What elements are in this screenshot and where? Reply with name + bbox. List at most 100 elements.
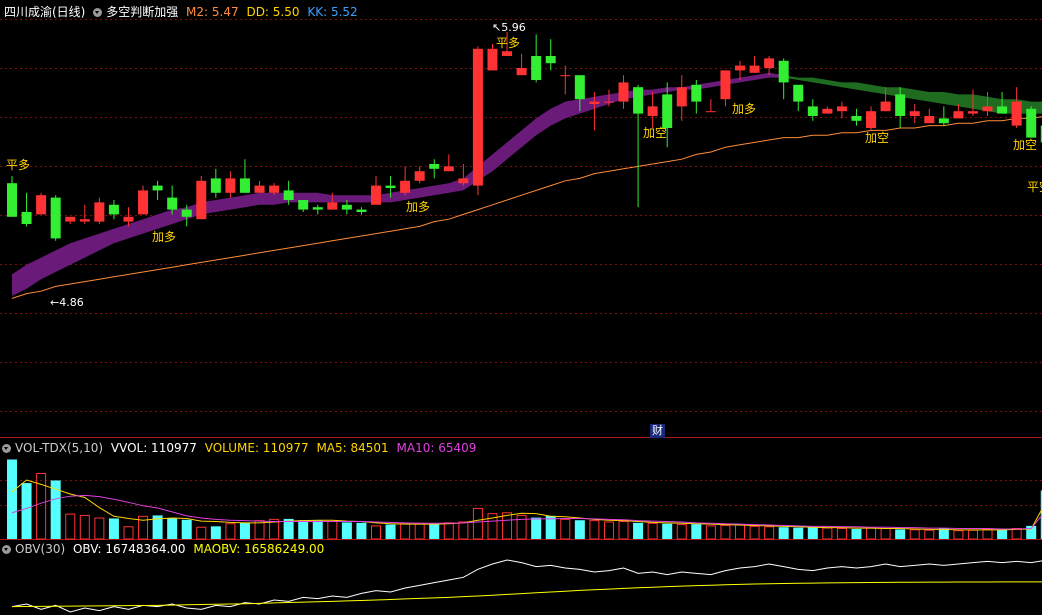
- volume-bar: [880, 528, 891, 540]
- signal-label: 加空: [643, 126, 668, 140]
- volume-bar: [749, 525, 760, 540]
- vvol-value: VVOL: 110977: [110, 441, 197, 455]
- volume-bar: [356, 522, 367, 539]
- vol-menu-icon[interactable]: [2, 444, 11, 453]
- signal-label: 平多: [6, 158, 31, 172]
- volume-bar: [924, 529, 935, 540]
- candle-body: [574, 75, 585, 100]
- volume-bar: [79, 514, 90, 540]
- candle-body: [793, 84, 804, 102]
- candle-body: [167, 197, 178, 210]
- volume-bar: [560, 518, 571, 540]
- candle-body: [138, 190, 149, 215]
- volume-bar: [327, 521, 338, 540]
- candle-body: [1011, 101, 1022, 126]
- signal-label: 平空: [1027, 180, 1042, 194]
- obv-indicator-name[interactable]: OBV(30): [15, 542, 65, 556]
- vol-ma5-line: [11, 479, 1042, 531]
- candle-body: [953, 111, 964, 119]
- candle-body: [705, 111, 716, 113]
- candle-body: [123, 216, 134, 222]
- volume-bar: [400, 523, 411, 540]
- volume-bar: [21, 483, 32, 539]
- dd-value: DD: 5.50: [246, 5, 300, 19]
- obv-header: OBV(30) OBV: 16748364.00 MAOBV: 16586249…: [2, 539, 328, 559]
- candle-body: [210, 178, 221, 193]
- vol-ma10-line: [11, 494, 1042, 530]
- volume-bar: [953, 530, 964, 540]
- volume-bar: [589, 520, 600, 540]
- obv-line: [11, 559, 1042, 613]
- ma10-value: MA10: 65409: [396, 441, 477, 455]
- signal-label: 加多: [732, 102, 757, 116]
- candle-body: [997, 106, 1008, 114]
- candle-body: [895, 94, 906, 116]
- candle-body: [429, 164, 440, 169]
- candle-body: [836, 106, 847, 112]
- candle-body: [239, 178, 250, 193]
- candle-body: [341, 204, 352, 210]
- indicator-menu-icon[interactable]: [93, 8, 103, 17]
- candle-body: [967, 111, 978, 114]
- volume-bar: [662, 523, 673, 539]
- candle-body: [924, 116, 935, 124]
- candle-body: [356, 209, 367, 212]
- volume-bar: [7, 459, 17, 539]
- signal-label: 平多: [496, 36, 521, 50]
- indicator-name[interactable]: 多空判断加强: [106, 5, 178, 19]
- candle-body: [152, 185, 163, 191]
- candle-body: [531, 56, 542, 80]
- candle-body: [618, 82, 629, 102]
- candle-body: [938, 118, 949, 124]
- volume-bar: [603, 521, 614, 540]
- volume-bar: [210, 526, 221, 539]
- candle-body: [589, 101, 600, 104]
- candle-body: [778, 60, 789, 83]
- volume-bar: [502, 512, 513, 540]
- volume-bar: [967, 529, 978, 540]
- candle-body: [181, 209, 192, 217]
- candle-body: [487, 48, 498, 71]
- candle-body: [735, 65, 745, 71]
- volume-bar: [633, 522, 644, 539]
- volume-bar: [720, 524, 731, 540]
- volume-bar: [836, 528, 847, 540]
- volume-bar: [1011, 528, 1022, 540]
- volume-bar: [647, 522, 658, 540]
- stock-title[interactable]: 四川成渝(日线): [4, 5, 85, 19]
- m2-value: M2: 5.47: [186, 5, 239, 19]
- volume-bar: [239, 522, 250, 539]
- candle-body: [196, 180, 207, 220]
- volume-bar: [298, 520, 309, 539]
- candle-body: [414, 171, 425, 181]
- volume-bar: [618, 521, 629, 540]
- candle-body: [647, 106, 658, 116]
- volume-bar: [429, 523, 440, 539]
- volume-bar: [181, 519, 192, 539]
- signal-label: 加空: [1013, 138, 1038, 152]
- chart-canvas[interactable]: [0, 0, 1042, 615]
- candle-body: [283, 190, 294, 200]
- volume-bar: [108, 518, 119, 539]
- candle-body: [749, 65, 760, 73]
- candle-body: [603, 101, 614, 103]
- candle-body: [94, 202, 105, 222]
- high-price-label: ↖5.96: [492, 21, 526, 34]
- volume-bar: [705, 525, 716, 540]
- vol-indicator-name[interactable]: VOL-TDX(5,10): [15, 441, 103, 455]
- candle-body: [764, 58, 775, 68]
- finance-event-marker[interactable]: 财: [650, 424, 665, 438]
- candle-body: [472, 48, 483, 186]
- volume-bar: [167, 518, 178, 539]
- candle-body: [545, 56, 556, 64]
- candle-body: [79, 219, 90, 222]
- volume-bar: [458, 521, 469, 540]
- volume-bar: [735, 524, 745, 540]
- obv-menu-icon[interactable]: [2, 545, 11, 554]
- candle-body: [1026, 108, 1037, 138]
- candle-body: [36, 195, 47, 215]
- volume-bar: [822, 527, 833, 540]
- vol-header: VOL-TDX(5,10) VVOL: 110977 VOLUME: 11097…: [2, 438, 480, 458]
- candle-body: [880, 101, 891, 112]
- candle-body: [21, 212, 32, 224]
